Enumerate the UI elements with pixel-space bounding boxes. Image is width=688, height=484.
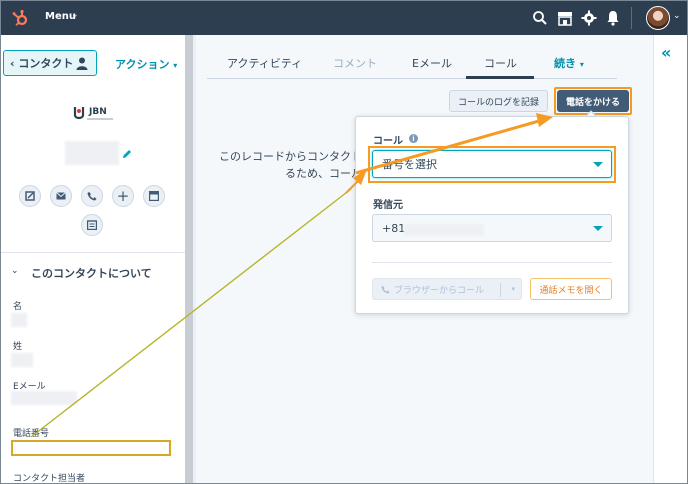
log-call-button[interactable]: コールのログを記録 [449, 90, 548, 112]
open-call-memo-button[interactable]: 通話メモを開く [530, 278, 612, 300]
from-number-value: +81 [382, 221, 406, 235]
sidebar-divider [1, 252, 185, 253]
first-name-label: 名 [13, 302, 23, 312]
tab-call[interactable]: コール [484, 55, 517, 71]
popover-divider [372, 262, 612, 263]
active-tab-indicator [466, 76, 534, 79]
task-action-button[interactable] [81, 214, 103, 236]
tab-comment[interactable]: コメント [333, 55, 377, 71]
plus-icon: + [116, 186, 130, 205]
activity-tabs: アクティビティ コメント Eメール コール 続き ▾ [207, 45, 617, 79]
from-number-caret-icon [593, 226, 603, 231]
sidebar-scrollbar[interactable] [185, 35, 193, 483]
actions-dropdown[interactable]: アクション ▾ [115, 56, 177, 72]
first-name-value-redacted[interactable] [11, 313, 27, 327]
note-icon [25, 191, 35, 201]
screenshot-frame: Menu ⌄ ⌄ ‹ コンタクト アクション ▾ JBN + ⌄ このコンタクト… [0, 0, 688, 484]
call-action-button[interactable] [81, 185, 103, 207]
actions-label: アクション [115, 58, 170, 71]
browser-call-separator [500, 283, 501, 297]
hubspot-logo-icon[interactable] [11, 9, 29, 27]
nav-divider [631, 7, 632, 29]
number-select-highlight [368, 146, 616, 183]
email-icon [56, 192, 66, 200]
browser-call-label: ブラウザーからコール [394, 285, 485, 296]
note-action-button[interactable] [19, 185, 41, 207]
about-section-chevron-icon[interactable]: ⌄ [11, 266, 19, 276]
make-call-button[interactable]: 電話をかける [557, 90, 629, 112]
tab-more-label: 続き [554, 57, 576, 70]
about-section-title[interactable]: このコンタクトについて [31, 265, 152, 281]
expand-double-chevron-icon[interactable]: « [661, 43, 671, 62]
contact-owner-label: コンタクト担当者 [13, 474, 86, 484]
email-action-button[interactable] [50, 185, 72, 207]
last-name-label: 姓 [13, 342, 23, 352]
phone-icon [381, 285, 390, 294]
notifications-bell-icon[interactable] [605, 10, 621, 26]
add-action-button[interactable]: + [112, 185, 134, 207]
user-avatar[interactable] [646, 6, 670, 30]
contact-name-redacted [65, 141, 119, 165]
back-to-contacts-button[interactable]: ‹ コンタクト [3, 50, 97, 76]
menu-chevron-down-icon[interactable]: ⌄ [71, 10, 79, 20]
actions-caret-icon: ▾ [173, 61, 178, 70]
phone-label: 電話番号 [13, 429, 50, 439]
browser-call-caret-icon[interactable]: ▾ [511, 285, 515, 293]
last-name-value-redacted[interactable] [11, 353, 33, 367]
call-number-label: コール [373, 136, 403, 147]
browser-call-button[interactable]: ブラウザーからコール ▾ [372, 278, 522, 300]
log-action-button[interactable] [143, 185, 165, 207]
tab-more-caret-icon: ▾ [579, 60, 584, 69]
calendar-log-icon [149, 191, 159, 201]
marketplace-icon[interactable] [557, 10, 573, 26]
tab-more[interactable]: 続き ▾ [554, 55, 584, 71]
company-tagline-line [87, 118, 113, 120]
company-logo-text: JBN [89, 107, 107, 117]
empty-state-text-line2: るため、コール [285, 167, 362, 180]
email-value-redacted[interactable] [11, 391, 77, 405]
account-chevron-down-icon[interactable]: ⌄ [673, 11, 681, 21]
empty-state-text-line1: このレコードからコンタクトに [219, 150, 373, 163]
settings-gear-icon[interactable] [581, 10, 597, 26]
person-icon [76, 57, 88, 70]
search-icon[interactable] [532, 10, 548, 26]
back-to-contacts-label: ‹ コンタクト [10, 57, 74, 70]
contact-sidebar [1, 35, 185, 483]
from-number-label: 発信元 [373, 200, 403, 211]
phone-field-highlight[interactable] [11, 440, 171, 456]
info-icon[interactable]: i [409, 134, 418, 143]
right-sidebar-strip [653, 35, 687, 483]
tab-email[interactable]: Eメール [412, 55, 452, 71]
from-number-redacted [404, 224, 484, 236]
tab-activity[interactable]: アクティビティ [227, 55, 302, 71]
phone-icon [87, 192, 97, 201]
task-icon [87, 220, 97, 230]
edit-pencil-icon[interactable] [122, 149, 132, 159]
top-navigation-bar: Menu ⌄ ⌄ [1, 1, 687, 35]
